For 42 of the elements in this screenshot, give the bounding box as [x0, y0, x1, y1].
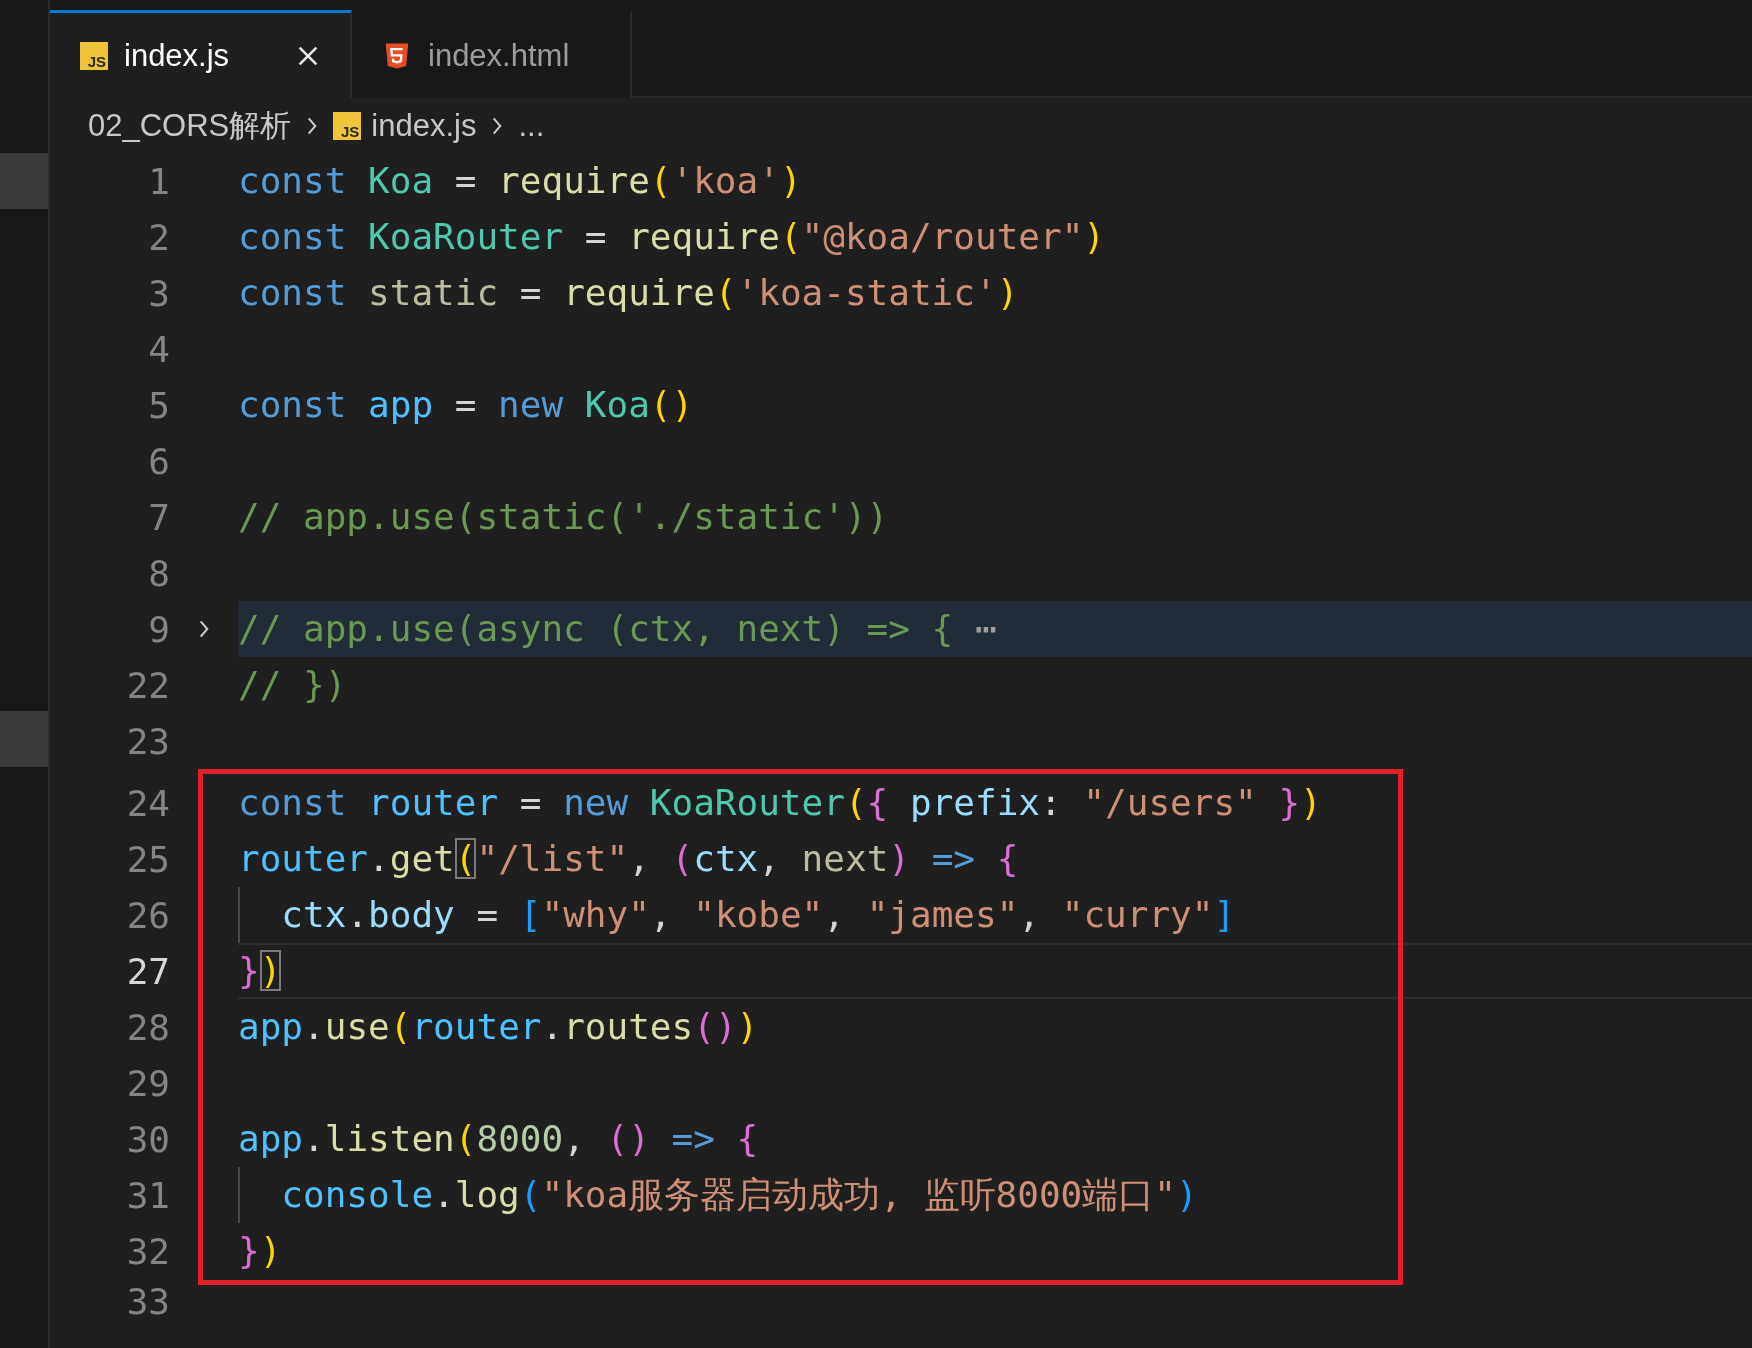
line-number: 31 — [125, 1174, 170, 1216]
panel-block — [0, 153, 48, 209]
line-number: 27 — [125, 950, 170, 992]
js-file-icon: JS — [333, 111, 362, 140]
line-number: 24 — [125, 782, 170, 824]
line-number: 28 — [125, 1006, 170, 1048]
code-line: }) — [238, 943, 1752, 999]
code-line: app.use(router.routes()) — [238, 1005, 760, 1049]
chevron-right-icon[interactable] — [197, 618, 211, 640]
code-line: const app = new Koa() — [238, 383, 695, 427]
line-number: 22 — [125, 664, 170, 706]
line-number: 29 — [125, 1062, 170, 1104]
line-number: 23 — [125, 720, 170, 762]
line-number: 3 — [147, 272, 170, 314]
breadcrumb-item[interactable]: 02_CORS解析 — [88, 104, 292, 147]
line-number: 4 — [147, 328, 170, 370]
line-number: 1 — [147, 160, 170, 202]
line-number: 26 — [125, 894, 170, 936]
code-line: router.get("/list", (ctx, next) => { — [238, 837, 1020, 881]
code-line: }) — [238, 1229, 283, 1273]
line-number: 5 — [147, 384, 170, 426]
code-line: const router = new KoaRouter({ prefix: "/users" }) — [238, 781, 1323, 825]
line-number: 7 — [147, 496, 170, 538]
code-line: const static = require('koa-static') — [238, 271, 1020, 315]
editor-tab[interactable]: JS index.js — [50, 10, 352, 98]
line-number: 6 — [147, 440, 170, 482]
code-line: const KoaRouter = require("@koa/router") — [238, 215, 1106, 259]
breadcrumb-item[interactable]: index.js — [371, 107, 477, 144]
line-number: 25 — [125, 838, 170, 880]
code-line: // }) — [238, 663, 348, 707]
line-number: 30 — [125, 1118, 170, 1160]
line-number: 9 — [147, 608, 170, 650]
line-number: 2 — [147, 216, 170, 258]
panel-block — [0, 711, 48, 767]
line-number: 33 — [125, 1280, 170, 1322]
breadcrumb-item[interactable]: ... — [518, 107, 545, 144]
line-number: 8 — [147, 552, 170, 594]
code-line: const Koa = require('koa') — [238, 159, 803, 203]
js-file-icon: JS — [80, 41, 108, 70]
line-number: 32 — [125, 1230, 170, 1272]
code-line: // app.use(static('./static')) — [238, 495, 890, 539]
code-line: app.listen(8000, () => { — [238, 1117, 760, 1161]
